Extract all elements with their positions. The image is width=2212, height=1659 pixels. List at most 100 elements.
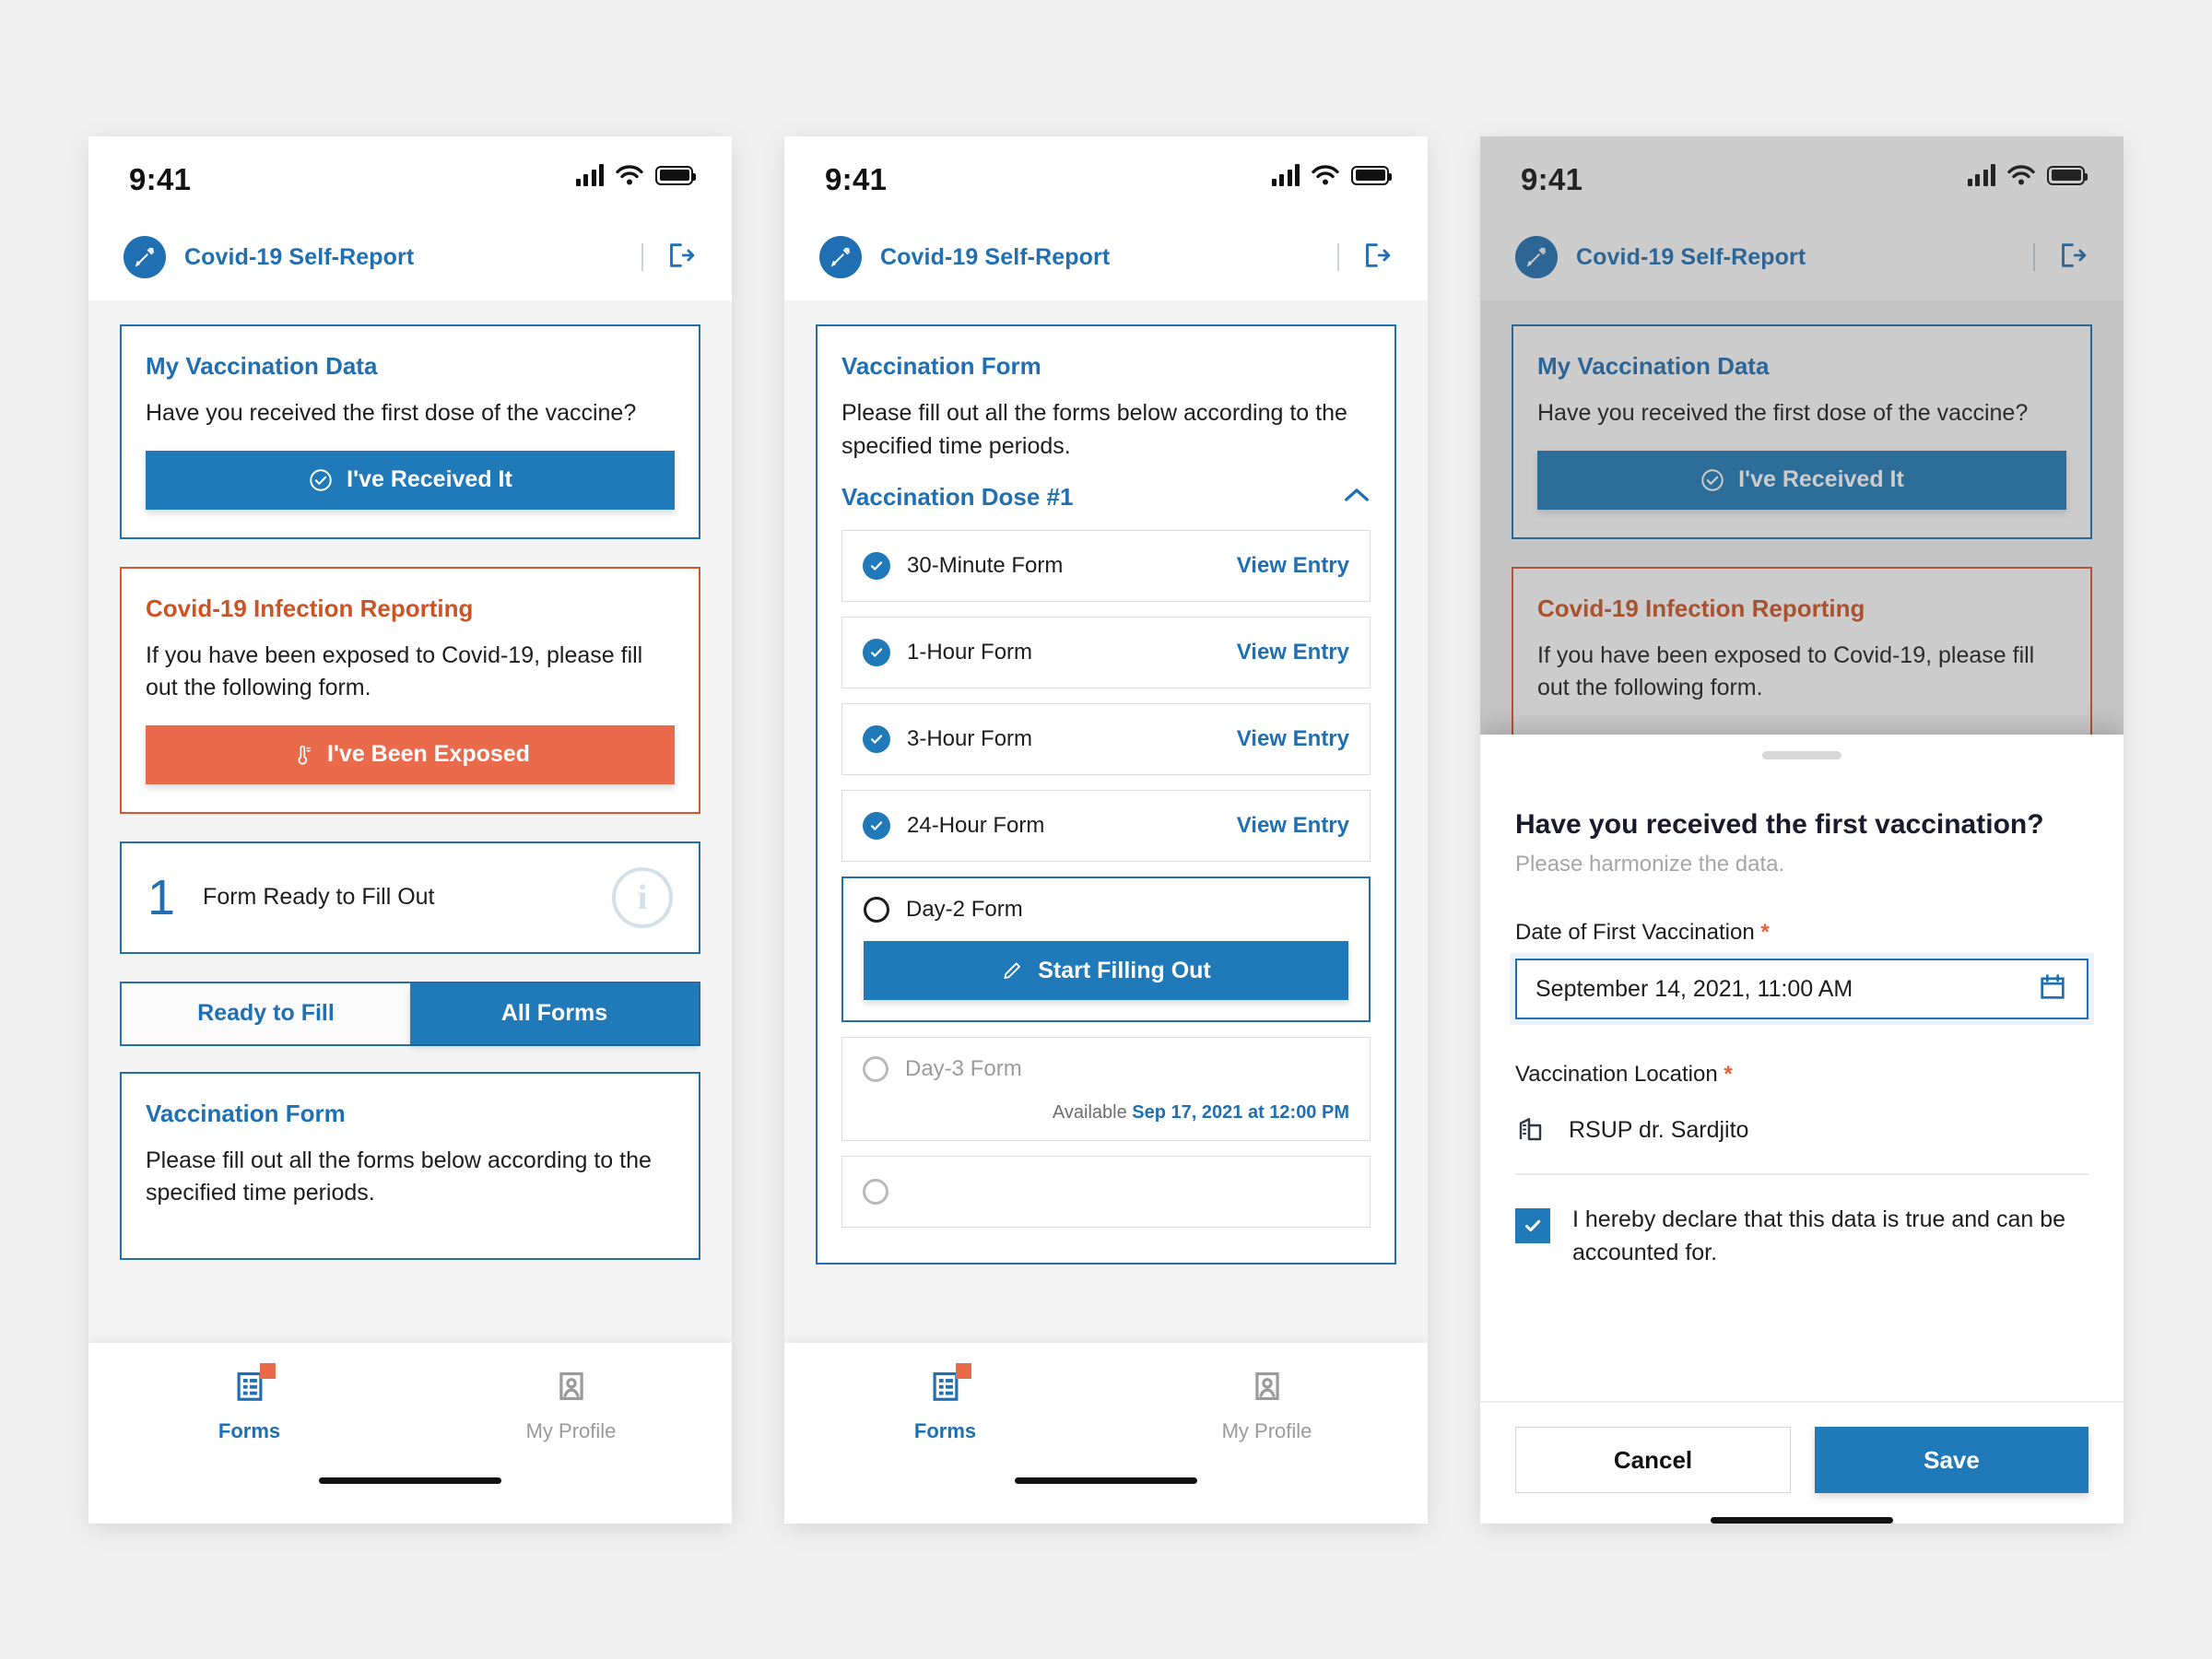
header-divider [1337,243,1339,271]
card-title: Vaccination Form [146,1099,346,1127]
nav-label: My Profile [1221,1418,1312,1442]
bottom-navigation: Forms My Profile [784,1343,1428,1524]
view-entry-link[interactable]: View Entry [1237,726,1349,752]
forms-list-icon [928,1362,971,1408]
nav-label: Forms [218,1418,281,1442]
battery-icon [1351,165,1392,185]
location-field-label: Vaccination Location * [1515,1062,2088,1088]
date-label-text: Date of First Vaccination [1515,920,1755,945]
info-circle-icon[interactable]: i [612,866,673,928]
app-title: Covid-19 Self-Report [1576,243,1806,270]
availability-prefix: Available [1052,1102,1127,1123]
cellular-signal-icon [1271,164,1300,186]
bottom-navigation: Forms My Profile [88,1343,732,1524]
table-row[interactable]: 1-Hour Form View Entry [841,617,1371,688]
form-list-scroll-area[interactable]: Vaccination Form Please fill out all the… [784,300,1428,1524]
status-bar-icons [575,164,696,186]
forms-ready-counter-card[interactable]: 1 Form Ready to Fill Out i [120,841,700,954]
my-vaccination-data-card: My Vaccination Data Have you received th… [1512,324,2092,539]
dose-section-header[interactable]: Vaccination Dose #1 [841,483,1371,512]
declaration-text: I hereby declare that this data is true … [1572,1206,2066,1266]
dose-title: Vaccination Dose #1 [841,483,1074,511]
ive-received-it-button[interactable]: I've Received It [146,450,675,510]
status-bar-icons [1271,164,1392,186]
table-row[interactable]: 30-Minute Form View Entry [841,530,1371,602]
nav-item-my-profile[interactable]: My Profile [410,1343,732,1468]
cellular-signal-icon [1967,164,1995,186]
calendar-icon[interactable] [2037,971,2068,1007]
status-bar: 9:41 [1480,136,2124,214]
start-filling-out-button[interactable]: Start Filling Out [864,941,1348,1000]
battery-icon [2047,165,2088,185]
wifi-icon [616,165,643,185]
status-bar-time: 9:41 [825,162,888,196]
declaration-row[interactable]: I hereby declare that this data is true … [1515,1203,2088,1270]
screens-stage: 9:41 Covid-19 Self-Report My Vaccination… [0,0,2212,1659]
form-row-label: 1-Hour Form [907,640,1033,665]
view-entry-link[interactable]: View Entry [1237,553,1349,579]
app-title: Covid-19 Self-Report [880,243,1111,270]
button-label: I've Received It [347,466,512,492]
form-row-label: 30-Minute Form [907,553,1064,578]
cancel-button[interactable]: Cancel [1515,1427,1791,1493]
card-title: Covid-19 Infection Reporting [146,594,474,622]
nav-label: My Profile [525,1418,617,1442]
ive-received-it-button: I've Received It [1537,450,2066,510]
status-bar-time: 9:41 [129,162,192,196]
card-title: My Vaccination Data [1537,352,1770,380]
home-scroll-area[interactable]: My Vaccination Data Have you received th… [88,300,732,1524]
forms-ready-label: Form Ready to Fill Out [203,884,435,910]
radio-empty-icon [863,1179,888,1205]
syringe-icon [124,236,166,278]
sheet-grabber[interactable] [1762,751,1841,759]
date-field-label: Date of First Vaccination * [1515,920,2088,946]
check-circle-icon [1701,468,1724,491]
chevron-up-icon[interactable] [1343,486,1371,509]
sheet-action-bar: Cancel Save [1480,1401,2124,1493]
form-row-label: Day-2 Form [906,897,1023,922]
location-field[interactable]: RSUP dr. Sardjito [1515,1112,2088,1175]
header-divider [641,243,643,271]
profile-card-icon [554,1369,589,1408]
button-label: Start Filling Out [1038,957,1211,983]
check-filled-icon [863,639,890,666]
form-row-label: Day-3 Form [905,1056,1022,1081]
logout-icon[interactable] [2055,240,2087,276]
table-row[interactable]: 3-Hour Form View Entry [841,703,1371,775]
button-label: I've Received It [1738,466,1904,492]
wifi-icon [2007,165,2035,185]
pencil-icon [1004,962,1021,980]
save-button[interactable]: Save [1815,1427,2088,1493]
table-row[interactable]: 24-Hour Form View Entry [841,790,1371,862]
phone-screen-home: 9:41 Covid-19 Self-Report My Vaccination… [88,136,732,1524]
ive-been-exposed-button[interactable]: I've Been Exposed [146,724,675,784]
header-divider [2033,243,2035,271]
form-row-label: 24-Hour Form [907,813,1045,838]
availability-date: Sep 17, 2021 at 12:00 PM [1132,1102,1349,1123]
check-filled-icon [863,812,890,840]
logout-icon[interactable] [664,240,695,276]
tab-all-forms[interactable]: All Forms [410,982,699,1044]
logout-icon[interactable] [1359,240,1391,276]
declaration-checkbox[interactable] [1515,1208,1550,1243]
table-row-partial [841,1156,1371,1228]
check-filled-icon [863,552,890,580]
checkmark-icon [1525,1219,1541,1232]
nav-item-forms[interactable]: Forms [88,1343,410,1468]
app-header-actions [2033,240,2087,276]
view-entry-link[interactable]: View Entry [1237,813,1349,839]
app-header: Covid-19 Self-Report [1480,214,2124,300]
nav-item-forms[interactable]: Forms [784,1343,1106,1468]
table-row-active[interactable]: Day-2 Form Start Filling Out [841,877,1371,1022]
tab-ready-to-fill[interactable]: Ready to Fill [122,982,410,1044]
forms-list-icon [232,1362,276,1408]
thermometer-icon [298,745,311,764]
nav-label: Forms [913,1418,977,1442]
nav-item-my-profile[interactable]: My Profile [1106,1343,1428,1468]
app-title: Covid-19 Self-Report [184,243,415,270]
form-row-label: 3-Hour Form [907,726,1033,751]
radio-empty-icon [864,897,889,923]
home-indicator [1015,1477,1197,1484]
date-field[interactable]: September 14, 2021, 11:00 AM [1515,959,2088,1019]
view-entry-link[interactable]: View Entry [1237,640,1349,665]
